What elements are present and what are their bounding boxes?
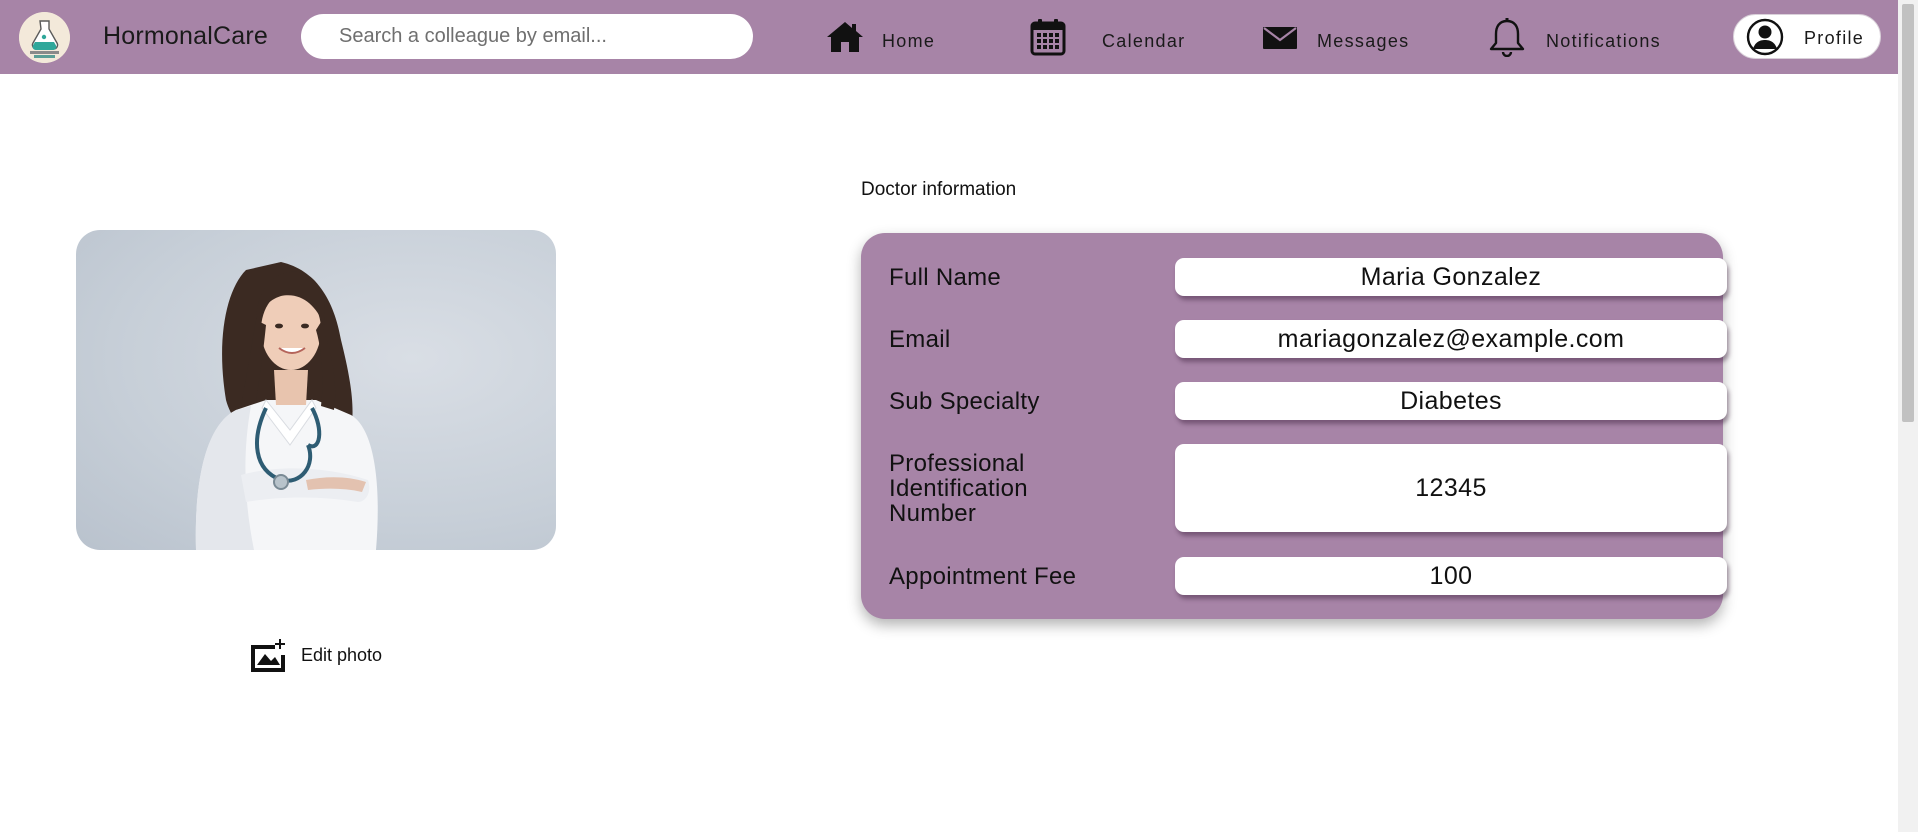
profile-label: Profile — [1804, 28, 1865, 48]
email-field[interactable]: mariagonzalez@example.com — [1175, 320, 1727, 358]
info-row-full-name: Full Name Maria Gonzalez — [889, 258, 1727, 296]
brand-name[interactable]: HormonalCare — [103, 22, 268, 51]
envelope-icon — [1263, 27, 1297, 49]
nav-calendar-label: Calendar — [1102, 30, 1186, 51]
nav-notifications-label: Notifications — [1546, 30, 1661, 51]
appointment-fee-label: Appointment Fee — [889, 563, 1077, 590]
professional-id-field[interactable]: 12345 — [1175, 444, 1727, 532]
nav-notifications[interactable]: Notifications — [1488, 16, 1661, 58]
home-icon — [827, 22, 863, 52]
nav-calendar[interactable]: Calendar — [1030, 16, 1185, 58]
sub-specialty-field[interactable]: Diabetes — [1175, 382, 1727, 420]
email-label: Email — [889, 326, 951, 353]
edit-photo-button[interactable]: Edit photo — [249, 637, 382, 673]
info-row-appointment-fee: Appointment Fee 100 — [889, 557, 1727, 595]
info-row-email: Email mariagonzalez@example.com — [889, 320, 1727, 358]
nav-messages[interactable]: Messages — [1263, 16, 1409, 58]
nav-home[interactable]: Home — [826, 16, 935, 58]
info-row-sub-specialty: Sub Specialty Diabetes — [889, 382, 1727, 420]
doctor-portrait-image — [195, 262, 378, 550]
appointment-fee-field[interactable]: 100 — [1175, 557, 1727, 595]
full-name-label: Full Name — [889, 264, 1002, 291]
calendar-icon — [1030, 19, 1066, 56]
page-scrollbar-thumb[interactable] — [1902, 4, 1914, 422]
edit-photo-label: Edit photo — [301, 644, 383, 665]
nav-home-label: Home — [882, 30, 936, 51]
profile-button[interactable]: Profile — [1733, 14, 1881, 59]
colleague-search-input[interactable] — [301, 14, 753, 59]
info-row-professional-id: Professional Identification Number 12345 — [889, 444, 1727, 532]
doctor-information-title: Doctor information — [861, 179, 1017, 200]
top-navbar: HormonalCare Home Calendar Messages — [0, 0, 1898, 74]
user-circle-icon — [1746, 18, 1784, 55]
edit-image-icon — [251, 639, 285, 672]
bell-icon — [1489, 18, 1525, 57]
full-name-field[interactable]: Maria Gonzalez — [1175, 258, 1727, 296]
sub-specialty-label: Sub Specialty — [889, 388, 1040, 415]
doctor-photo — [76, 230, 556, 550]
app-logo[interactable] — [19, 12, 70, 63]
flask-logo-icon — [19, 12, 70, 63]
doctor-info-card: Full Name Maria Gonzalez Email mariagonz… — [861, 233, 1727, 619]
professional-id-label: Professional Identification Number — [889, 450, 1028, 527]
nav-messages-label: Messages — [1317, 30, 1410, 51]
